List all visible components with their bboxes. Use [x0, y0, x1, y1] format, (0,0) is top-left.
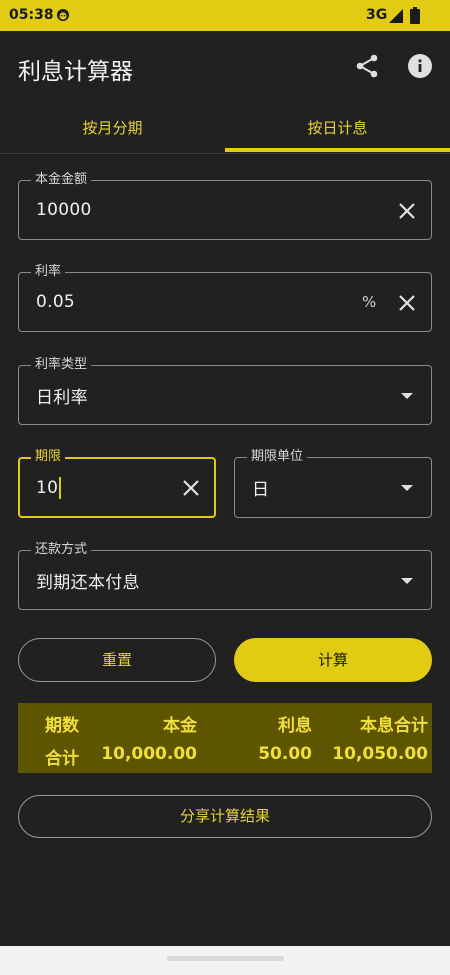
status-time: 05:38 — [9, 7, 54, 23]
percent-suffix: % — [362, 293, 377, 311]
row-period: 合计 — [45, 749, 79, 769]
header-total: 本息合计 — [360, 716, 428, 736]
tab-monthly-installment[interactable]: 按月分期 — [0, 103, 225, 153]
signal-icon — [389, 9, 403, 23]
principal-field[interactable]: 本金金额 10000 — [18, 171, 432, 240]
home-indicator[interactable] — [167, 956, 284, 961]
tab-bar: 按月分期 按日计息 — [0, 103, 450, 154]
tab-indicator — [225, 148, 450, 152]
app-title: 利息计算器 — [18, 59, 133, 85]
term-field[interactable]: 期限 10 — [18, 448, 216, 518]
term-unit-dropdown[interactable]: 期限单位 日 — [234, 448, 432, 518]
reset-button[interactable]: 重置 — [18, 638, 216, 682]
dropdown-arrow-icon[interactable] — [401, 393, 413, 399]
rate-type-value: 日利率 — [36, 387, 88, 408]
rate-value: 0.05 — [36, 292, 76, 312]
header-period: 期数 — [45, 716, 79, 736]
term-value: 10 — [36, 477, 59, 498]
battery-icon — [410, 7, 420, 24]
header-interest: 利息 — [278, 716, 312, 736]
network-type: 3G — [366, 7, 388, 23]
principal-value: 10000 — [36, 200, 92, 220]
clear-icon[interactable] — [396, 292, 418, 314]
row-total: 10,050.00 — [332, 744, 428, 764]
dropdown-arrow-icon[interactable] — [401, 578, 413, 584]
status-bar: 05:38 3G — [0, 0, 450, 31]
calculate-button[interactable]: 计算 — [234, 638, 432, 682]
result-table: 期数 本金 利息 本息合计 合计 10,000.00 50.00 10,050.… — [18, 703, 432, 773]
app-bar: 利息计算器 — [0, 31, 450, 103]
rate-field[interactable]: 利率 0.05 % — [18, 263, 432, 332]
rate-type-dropdown[interactable]: 利率类型 日利率 — [18, 356, 432, 425]
text-cursor — [59, 476, 62, 499]
repayment-dropdown[interactable]: 还款方式 到期还本付息 — [18, 541, 432, 610]
face-notification-icon — [57, 9, 69, 21]
share-result-button[interactable]: 分享计算结果 — [18, 795, 432, 838]
repayment-value: 到期还本付息 — [36, 572, 140, 593]
term-unit-value: 日 — [252, 480, 270, 500]
header-principal: 本金 — [163, 716, 197, 736]
term-value-wrap: 10 — [36, 459, 62, 516]
clear-icon[interactable] — [180, 477, 202, 499]
dropdown-arrow-icon[interactable] — [401, 485, 413, 491]
clear-icon[interactable] — [396, 200, 418, 222]
info-icon[interactable] — [407, 53, 433, 79]
row-principal: 10,000.00 — [101, 744, 197, 764]
share-icon[interactable] — [354, 53, 380, 79]
tab-daily-interest[interactable]: 按日计息 — [225, 103, 450, 153]
row-interest: 50.00 — [258, 744, 312, 764]
